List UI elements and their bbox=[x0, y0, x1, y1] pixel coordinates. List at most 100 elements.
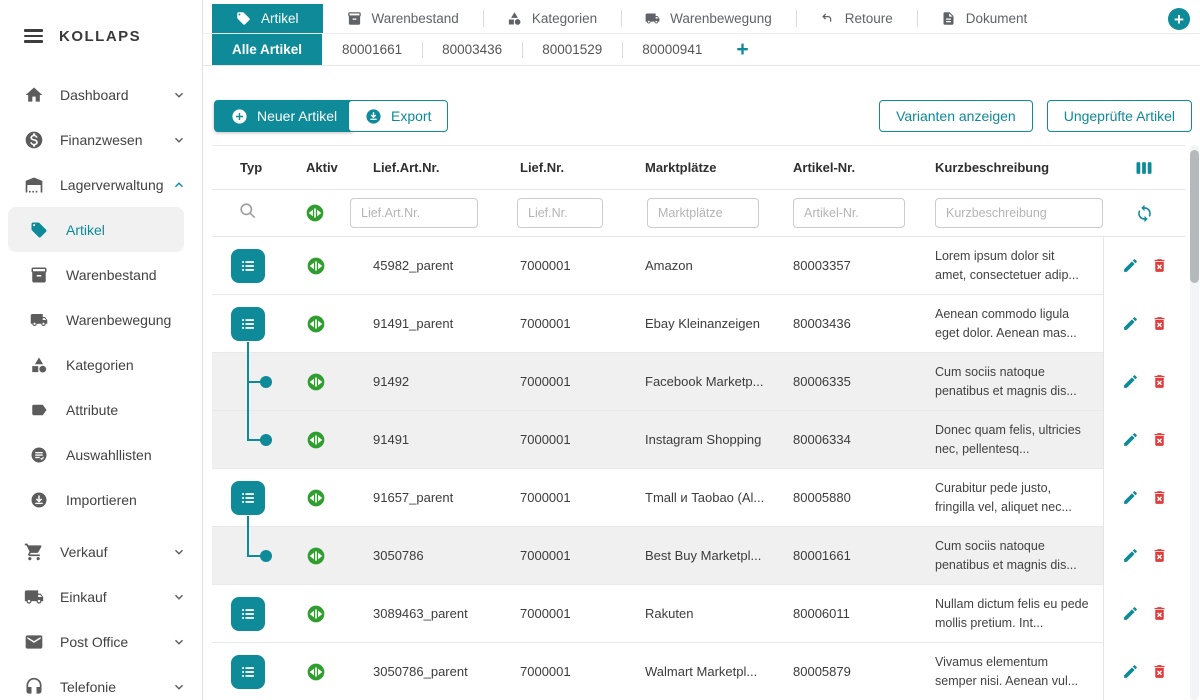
edit-icon[interactable] bbox=[1122, 663, 1139, 680]
artikel-nr-value: 80006011 bbox=[765, 606, 905, 621]
sidebar-item-auswahllisten[interactable]: Auswahllisten bbox=[0, 432, 202, 477]
sidebar-item-importieren[interactable]: Importieren bbox=[0, 477, 202, 522]
edit-icon[interactable] bbox=[1122, 605, 1139, 622]
typ-cell bbox=[212, 643, 282, 700]
edit-icon[interactable] bbox=[1122, 431, 1139, 448]
column-settings-icon[interactable] bbox=[1134, 158, 1154, 178]
tab-retoure[interactable]: Retoure bbox=[796, 4, 917, 33]
active-status-icon[interactable] bbox=[306, 546, 326, 566]
sidebar-item-warenbestand[interactable]: Warenbestand bbox=[0, 252, 202, 297]
parent-type-icon[interactable] bbox=[231, 481, 265, 515]
kurzbeschreibung-value: Vivamus elementum semper nisi. Aenean vu… bbox=[905, 653, 1103, 689]
column-header-kurzbeschreibung[interactable]: Kurzbeschreibung bbox=[905, 160, 1103, 175]
tab-dokument[interactable]: Dokument bbox=[917, 4, 1052, 33]
hamburger-menu-icon[interactable] bbox=[24, 29, 43, 43]
unverified-articles-button[interactable]: Ungeprüfte Artikel bbox=[1047, 100, 1192, 132]
column-header-artikel-nr[interactable]: Artikel-Nr. bbox=[765, 160, 905, 175]
delete-icon[interactable] bbox=[1151, 489, 1168, 506]
active-status-icon[interactable] bbox=[306, 256, 326, 276]
tree-connector-line bbox=[247, 526, 249, 556]
sidebar-item-einkauf[interactable]: Einkauf bbox=[0, 574, 202, 619]
artikel-nr-value: 80006334 bbox=[765, 432, 905, 447]
filter-input-marktplaetze[interactable] bbox=[647, 198, 759, 228]
tab-warenbewegung[interactable]: Warenbewegung bbox=[621, 4, 796, 33]
delete-icon[interactable] bbox=[1151, 373, 1168, 390]
sidebar-item-label: Post Office bbox=[60, 634, 128, 650]
delete-icon[interactable] bbox=[1151, 315, 1168, 332]
search-icon[interactable] bbox=[238, 201, 257, 225]
tag-icon bbox=[236, 11, 251, 26]
delete-icon[interactable] bbox=[1151, 257, 1168, 274]
column-header-lief-nr[interactable]: Lief.Nr. bbox=[492, 160, 617, 175]
parent-type-icon[interactable] bbox=[231, 307, 265, 341]
edit-icon[interactable] bbox=[1122, 547, 1139, 564]
tab-artikel[interactable]: Artikel bbox=[212, 4, 323, 33]
lief-art-nr-value: 3050786 bbox=[347, 548, 492, 563]
column-header-typ[interactable]: Typ bbox=[212, 160, 282, 175]
delete-icon[interactable] bbox=[1151, 431, 1168, 448]
subtab-article[interactable]: 80001529 bbox=[522, 34, 622, 65]
sidebar-item-verkauf[interactable]: Verkauf bbox=[0, 529, 202, 574]
inventory-icon bbox=[347, 11, 362, 26]
edit-icon[interactable] bbox=[1122, 373, 1139, 390]
edit-icon[interactable] bbox=[1122, 257, 1139, 274]
active-status-icon[interactable] bbox=[306, 314, 326, 334]
lief-nr-value: 7000001 bbox=[492, 432, 617, 447]
active-status-icon[interactable] bbox=[306, 372, 326, 392]
export-button[interactable]: Export bbox=[348, 100, 448, 132]
kurzbeschreibung-value: Donec quam felis, ultricies nec, pellent… bbox=[905, 421, 1103, 457]
sidebar-item-label: Kategorien bbox=[66, 357, 134, 373]
add-tab-button[interactable]: + bbox=[1168, 8, 1190, 30]
column-header-lief-art-nr[interactable]: Lief.Art.Nr. bbox=[347, 160, 492, 175]
sidebar-item-attribute[interactable]: Attribute bbox=[0, 387, 202, 432]
refresh-icon[interactable] bbox=[1135, 204, 1154, 223]
filter-input-lief-nr[interactable] bbox=[517, 198, 603, 228]
active-status-icon[interactable] bbox=[306, 662, 326, 682]
filter-input-lief-art-nr[interactable] bbox=[350, 198, 478, 228]
active-status-icon[interactable] bbox=[306, 430, 326, 450]
table-row: 91657_parent 7000001 Tmall и Taobao (Al.… bbox=[212, 469, 1185, 527]
column-header-aktiv[interactable]: Aktiv bbox=[282, 160, 347, 175]
sidebar-item-lagerverwaltung[interactable]: Lagerverwaltung bbox=[0, 162, 202, 207]
sidebar-item-post-office[interactable]: Post Office bbox=[0, 619, 202, 664]
typ-cell bbox=[212, 237, 282, 295]
subtab-article[interactable]: 80003436 bbox=[422, 34, 522, 65]
edit-icon[interactable] bbox=[1122, 315, 1139, 332]
column-header-marktplaetze[interactable]: Marktplätze bbox=[617, 160, 765, 175]
tab-label: Artikel bbox=[261, 11, 299, 26]
add-subtab-button[interactable]: + bbox=[722, 34, 762, 65]
scrollbar-thumb[interactable] bbox=[1190, 150, 1199, 283]
subtab-alle-artikel[interactable]: Alle Artikel bbox=[212, 34, 322, 65]
parent-type-icon[interactable] bbox=[231, 655, 265, 689]
sidebar-item-dashboard[interactable]: Dashboard bbox=[0, 72, 202, 117]
active-filter-toggle-icon[interactable] bbox=[305, 203, 325, 223]
download-circle-icon bbox=[365, 108, 382, 125]
table-body: 45982_parent 7000001 Amazon 80003357 Lor… bbox=[212, 237, 1185, 700]
delete-icon[interactable] bbox=[1151, 663, 1168, 680]
artikel-nr-value: 80003436 bbox=[765, 316, 905, 331]
warehouse-icon bbox=[24, 175, 44, 195]
sidebar-item-artikel[interactable]: Artikel bbox=[8, 207, 184, 252]
sidebar-item-kategorien[interactable]: Kategorien bbox=[0, 342, 202, 387]
parent-type-icon[interactable] bbox=[231, 597, 265, 631]
sidebar-item-telefonie[interactable]: Telefonie bbox=[0, 664, 202, 700]
sidebar-item-warenbewegung[interactable]: Warenbewegung bbox=[0, 297, 202, 342]
show-variants-button[interactable]: Varianten anzeigen bbox=[879, 100, 1033, 132]
active-status-icon[interactable] bbox=[306, 488, 326, 508]
subtab-article[interactable]: 80000941 bbox=[622, 34, 722, 65]
tab-label: Warenbewegung bbox=[670, 11, 772, 26]
tab-kategorien[interactable]: Kategorien bbox=[483, 4, 621, 33]
edit-icon[interactable] bbox=[1122, 489, 1139, 506]
new-article-button[interactable]: Neuer Artikel bbox=[214, 100, 354, 132]
filter-input-kurzbeschreibung[interactable] bbox=[935, 198, 1103, 228]
parent-type-icon[interactable] bbox=[231, 249, 265, 283]
filter-input-artikel-nr[interactable] bbox=[793, 198, 905, 228]
tab-warenbestand[interactable]: Warenbestand bbox=[323, 4, 483, 33]
delete-icon[interactable] bbox=[1151, 605, 1168, 622]
delete-icon[interactable] bbox=[1151, 547, 1168, 564]
sidebar-item-finanzwesen[interactable]: Finanzwesen bbox=[0, 117, 202, 162]
active-status-icon[interactable] bbox=[306, 604, 326, 624]
lief-art-nr-value: 3050786_parent bbox=[347, 664, 492, 679]
typ-cell bbox=[212, 469, 282, 527]
subtab-article[interactable]: 80001661 bbox=[322, 34, 422, 65]
